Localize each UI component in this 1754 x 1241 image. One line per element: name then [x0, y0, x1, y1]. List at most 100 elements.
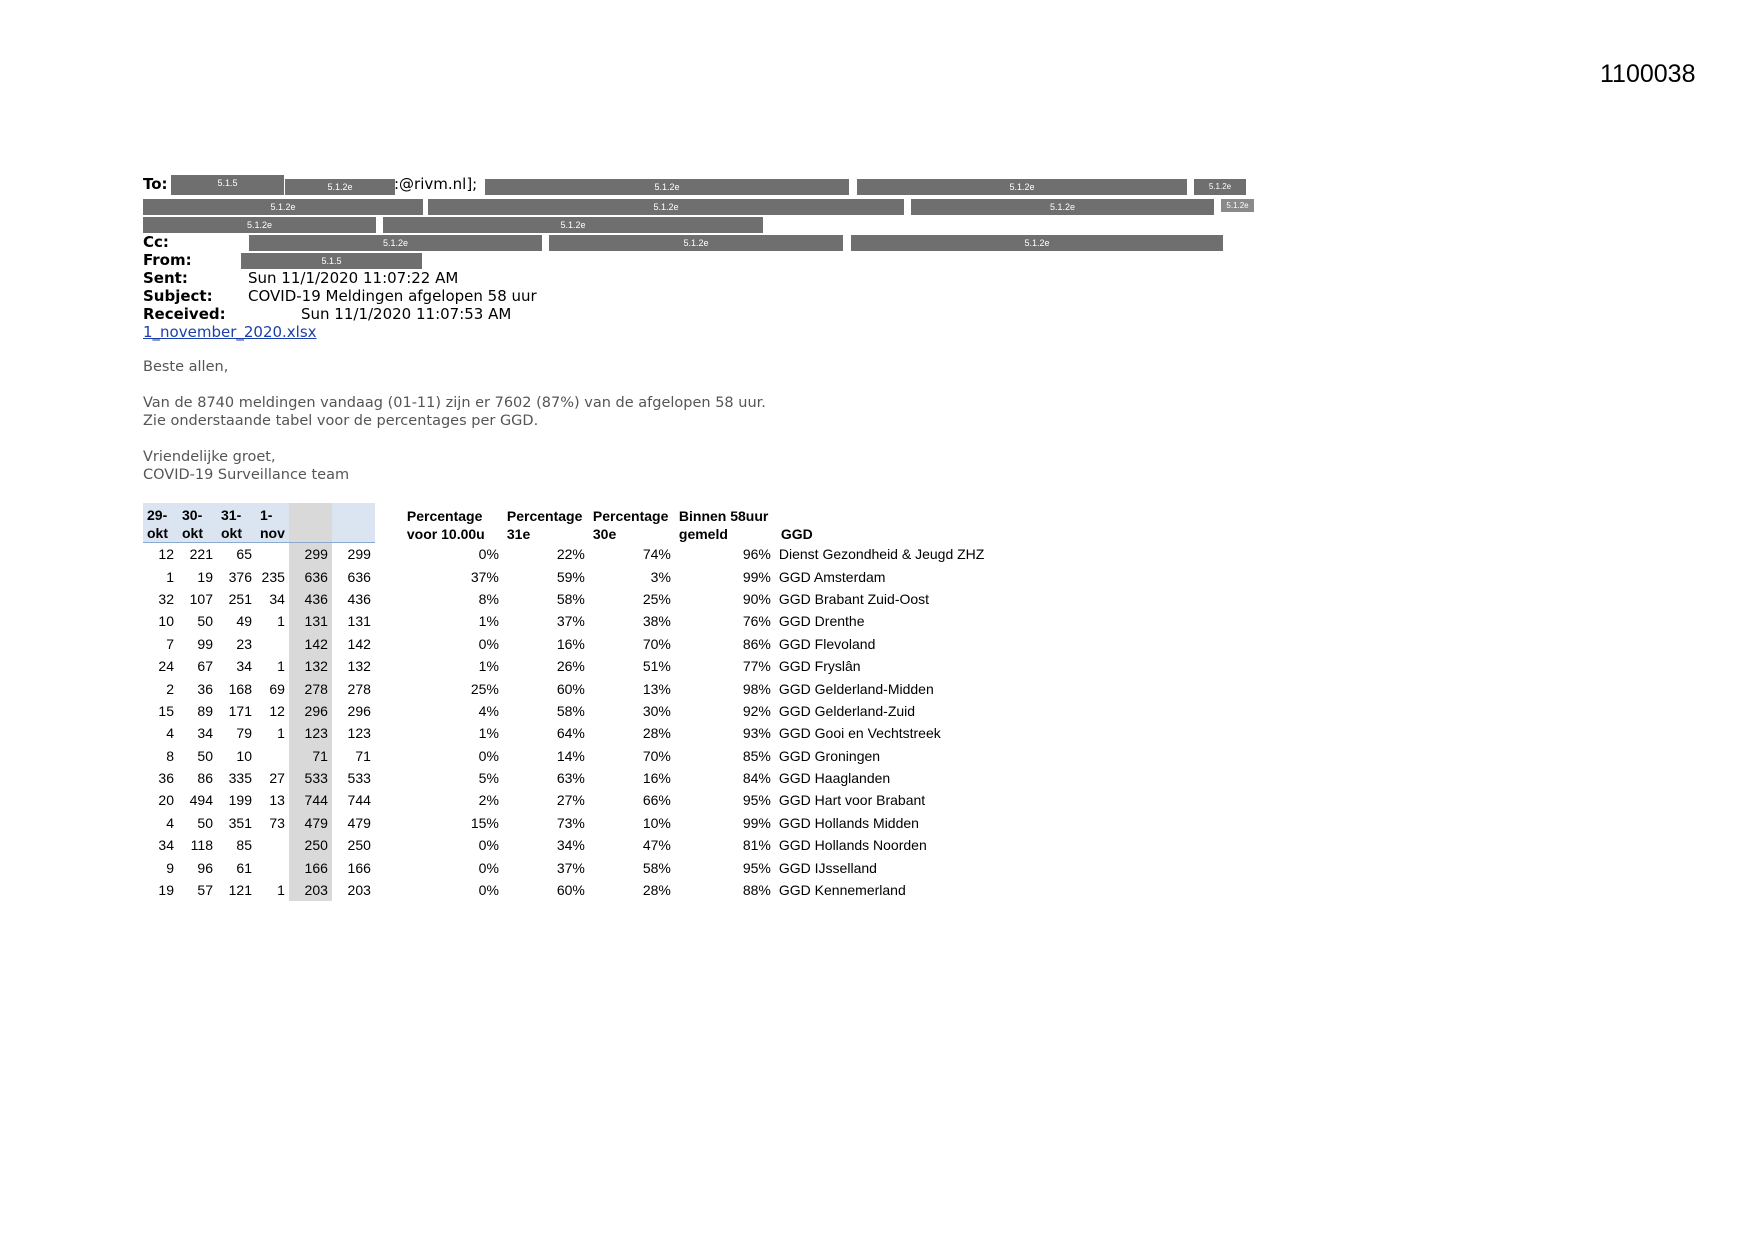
cell-1-nov [256, 543, 289, 566]
cell-voor-10: 0% [478, 882, 499, 899]
cell-31e: 58% [556, 590, 585, 607]
received-label: Received: [143, 305, 226, 323]
spacer-cell [375, 856, 403, 878]
cell-1-nov [256, 856, 289, 878]
cell-29-okt: 19 [158, 882, 174, 899]
cell-voor-10: 0% [478, 837, 499, 854]
cell-29-okt: 10 [158, 613, 174, 630]
cell-31-okt: 23 [236, 635, 252, 652]
to-label: To: [143, 175, 168, 193]
cell-total: 131 [347, 613, 371, 630]
cell-voor-10: 1% [478, 725, 499, 742]
column-header-31e: Percentage 31e [506, 507, 583, 542]
cell-binnen-58uur: 76% [742, 613, 771, 630]
cell-30-okt: 57 [197, 882, 213, 899]
table-row: 7 99 23 142 142 0% 16% 70% 86% GGD Flevoland [143, 632, 988, 655]
redaction-box: 5.1.5 [241, 253, 422, 269]
cell-ggd-name: GGD Groningen [778, 747, 881, 764]
cell-30-okt: 96 [197, 859, 213, 876]
attachment-link[interactable]: 1_november_2020.xlsx [143, 323, 317, 341]
column-header-sum [288, 503, 332, 543]
cell-ggd-name: GGD Drenthe [778, 613, 865, 630]
column-header-30-okt: 30- okt [178, 503, 217, 543]
spacer-cell [375, 767, 403, 789]
cell-29-okt: 32 [158, 590, 174, 607]
cell-1-nov: 69 [269, 680, 285, 697]
cell-31e: 37% [556, 859, 585, 876]
cell-31e: 59% [556, 568, 585, 585]
table-row: 15 89 171 12 296 296 4% 58% 30% 92% GGD Gelderland… [143, 699, 988, 723]
signature: COVID-19 Surveillance team [143, 467, 350, 483]
spacer-cell [375, 655, 403, 677]
cell-30-okt: 118 [190, 837, 213, 854]
cell-ggd-name: GGD Fryslân [778, 658, 861, 675]
cell-voor-10: 15% [470, 814, 499, 831]
cell-1-nov: 13 [269, 792, 285, 809]
redaction-box: 5.1.5 [171, 175, 284, 195]
cell-31e: 73% [556, 814, 585, 831]
cell-29-okt: 36 [158, 770, 174, 787]
redaction-box: 5.1.2e [1194, 179, 1246, 195]
closing: Vriendelijke groet, [143, 449, 276, 465]
cell-30e: 25% [642, 590, 671, 607]
cell-29-okt: 15 [158, 702, 174, 719]
cell-31e: 60% [556, 882, 585, 899]
table-row: 8 50 10 71 71 0% 14% 70% 85% GGD Groningen [143, 744, 988, 767]
cell-29-okt: 9 [166, 859, 174, 876]
cell-binnen-58uur: 85% [742, 747, 771, 764]
table-row: 1 19 376 235 636 636 37% 59% 3% 99% GGD Amsterdam [143, 565, 988, 588]
cell-31-okt: 376 [228, 568, 252, 585]
redaction-box: 5.1.2e [428, 199, 904, 215]
table-row: 36 86 335 27 533 533 5% 63% 16% 84% GGD Haaglanden [143, 766, 988, 790]
redaction-box: 5.1.2e [249, 235, 542, 251]
redaction-box: 5.1.2e [911, 199, 1214, 215]
cell-29-okt: 24 [158, 658, 174, 675]
cell-30-okt: 50 [197, 747, 213, 764]
cell-sum: 533 [288, 766, 332, 790]
cell-total: 636 [347, 568, 371, 585]
cell-binnen-58uur: 77% [742, 658, 771, 675]
cell-31e: 26% [556, 658, 585, 675]
cell-total: 132 [347, 658, 371, 675]
cell-total: 142 [347, 635, 371, 652]
cell-sum: 166 [288, 856, 332, 879]
table-row: 4 34 79 1 123 123 1% 64% 28% 93% GGD Gooi en Vecht… [143, 722, 988, 745]
subject-label: Subject: [143, 287, 213, 305]
cell-31-okt: 61 [236, 859, 252, 876]
table-row: 9 96 61 166 166 0% 37% 58% 95% GGD IJsselland [143, 856, 988, 879]
cell-31e: 34% [556, 837, 585, 854]
document-number: 1100038 [1600, 60, 1696, 88]
spacer-cell [375, 834, 403, 856]
cell-sum: 142 [288, 632, 332, 655]
cell-sum: 132 [288, 654, 332, 678]
spacer-cell [375, 789, 403, 811]
spacer-cell [375, 565, 403, 587]
cell-31e: 64% [556, 725, 585, 742]
column-header-total [331, 503, 375, 543]
redaction-box: 5.1.2e [485, 179, 849, 195]
cell-29-okt: 12 [158, 546, 174, 563]
cell-30-okt: 34 [197, 725, 213, 742]
cell-voor-10: 37% [470, 568, 499, 585]
cell-31e: 60% [556, 680, 585, 697]
cell-29-okt: 4 [166, 725, 174, 742]
cell-sum: 744 [288, 789, 332, 812]
cell-1-nov: 34 [269, 590, 285, 607]
cell-total: 296 [347, 702, 371, 719]
table-row: 12 221 65 299 299 0% 22% 74% 96% Dienst Gezondhei… [143, 542, 988, 566]
column-header-30e: Percentage 30e [592, 507, 669, 542]
cell-sum: 71 [288, 744, 332, 767]
table-row: 2 36 168 69 278 278 25% 60% 13% 98% GGD Gelderland… [143, 677, 988, 700]
column-header-29-okt: 29- okt [143, 503, 178, 543]
spacer-cell [375, 677, 403, 699]
cell-binnen-58uur: 95% [742, 859, 771, 876]
cell-30-okt: 99 [197, 635, 213, 652]
cell-voor-10: 25% [470, 680, 499, 697]
table-row: 34 118 85 250 250 0% 34% 47% 81% GGD Hollands Noo… [143, 834, 988, 857]
column-header-1-nov: 1- nov [256, 503, 289, 543]
cell-sum: 296 [288, 699, 332, 723]
cell-29-okt: 20 [158, 792, 174, 809]
spacer-cell [375, 879, 403, 901]
cell-sum: 299 [288, 542, 332, 566]
cell-sum: 203 [288, 878, 332, 902]
